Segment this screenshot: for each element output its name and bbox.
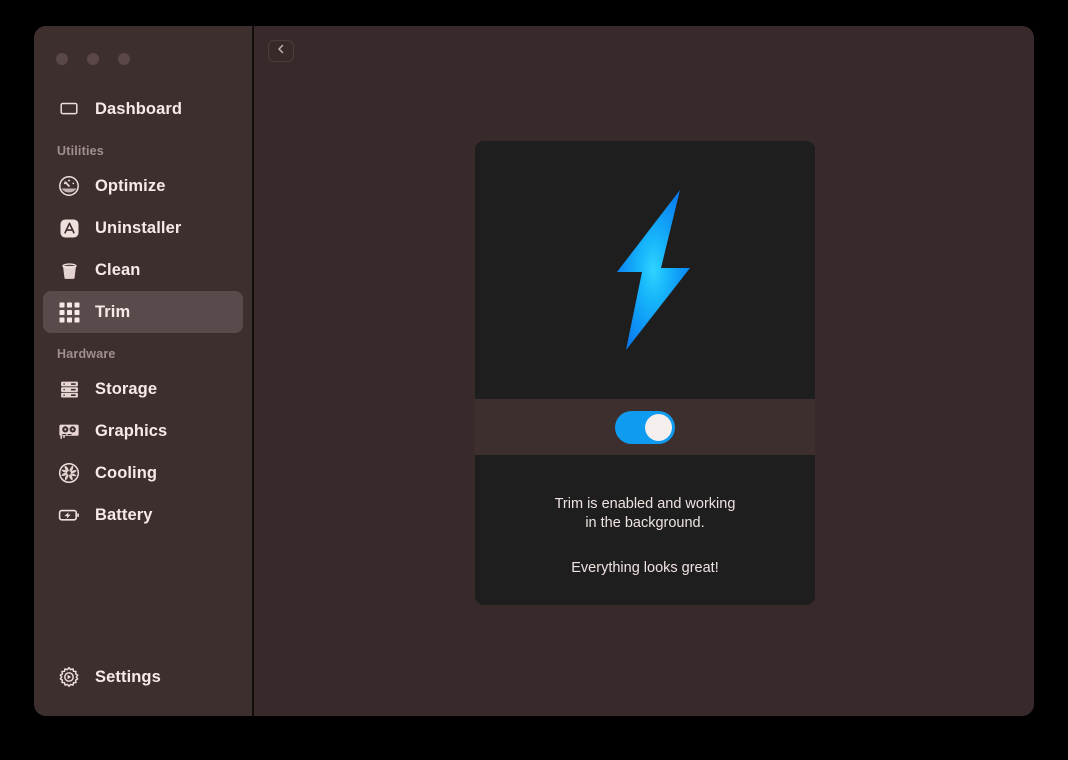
trim-status-card: Trim is enabled and working in the backg… (475, 141, 815, 605)
sidebar-item-label: Settings (95, 667, 161, 686)
status-primary-line1: Trim is enabled and working (554, 496, 736, 512)
sidebar-item-label: Storage (95, 379, 158, 398)
toggle-knob (645, 413, 672, 441)
sidebar-item-label: Dashboard (95, 99, 183, 118)
sidebar-item-clean[interactable]: Clean (43, 249, 243, 291)
close-window-button[interactable] (56, 53, 68, 65)
trim-toggle[interactable] (615, 410, 675, 444)
sidebar-footer: Settings (34, 656, 252, 716)
sidebar-item-label: Uninstaller (95, 218, 182, 237)
laptop-icon (57, 97, 81, 121)
sidebar-item-label: Clean (95, 260, 141, 279)
minimize-window-button[interactable] (87, 53, 99, 65)
sidebar-item-label: Battery (95, 505, 153, 524)
status-secondary: Everything looks great! (571, 560, 719, 576)
main-content: Trim is enabled and working in the backg… (254, 26, 1034, 716)
sidebar-item-label: Trim (95, 302, 131, 321)
battery-bolt-icon (57, 503, 81, 527)
lightning-bolt-icon (580, 180, 710, 360)
sidebar-item-label: Cooling (95, 463, 158, 482)
card-status-body: Trim is enabled and working in the backg… (475, 455, 815, 605)
sidebar-item-uninstaller[interactable]: Uninstaller (43, 207, 243, 249)
status-primary-line2: in the background. (585, 515, 705, 531)
sidebar-item-settings[interactable]: Settings (43, 656, 243, 698)
sidebar-section-hardware-label: Hardware (57, 347, 116, 361)
status-primary: Trim is enabled and working in the backg… (555, 495, 736, 533)
fan-icon (57, 461, 81, 485)
sidebar-item-battery[interactable]: Battery (43, 494, 243, 536)
app-window: Dashboard Utilities Optimize Uninstaller… (34, 26, 1034, 716)
sidebar: Dashboard Utilities Optimize Uninstaller… (34, 26, 254, 716)
sidebar-item-cooling[interactable]: Cooling (43, 452, 243, 494)
sidebar-item-storage[interactable]: Storage (43, 368, 243, 410)
app-store-icon (57, 216, 81, 240)
trash-icon (57, 258, 81, 282)
sidebar-item-dashboard[interactable]: Dashboard (43, 88, 243, 130)
back-button[interactable] (268, 40, 294, 62)
card-hero (475, 141, 815, 399)
trim-toggle-row (475, 399, 815, 455)
zoom-window-button[interactable] (118, 53, 130, 65)
drive-stack-icon (57, 377, 81, 401)
window-traffic-lights (34, 26, 252, 72)
gpu-card-icon (57, 419, 81, 443)
speedometer-icon (57, 174, 81, 198)
sidebar-item-label: Optimize (95, 176, 166, 195)
sidebar-nav: Dashboard Utilities Optimize Uninstaller… (34, 72, 252, 536)
gear-icon (57, 665, 81, 689)
grid-icon (57, 300, 81, 324)
sidebar-item-optimize[interactable]: Optimize (43, 165, 243, 207)
sidebar-item-trim[interactable]: Trim (43, 291, 243, 333)
desktop-background: Dashboard Utilities Optimize Uninstaller… (0, 0, 1068, 760)
sidebar-item-label: Graphics (95, 421, 168, 440)
chevron-left-icon (275, 42, 287, 60)
sidebar-item-graphics[interactable]: Graphics (43, 410, 243, 452)
sidebar-section-utilities-label: Utilities (57, 144, 104, 158)
